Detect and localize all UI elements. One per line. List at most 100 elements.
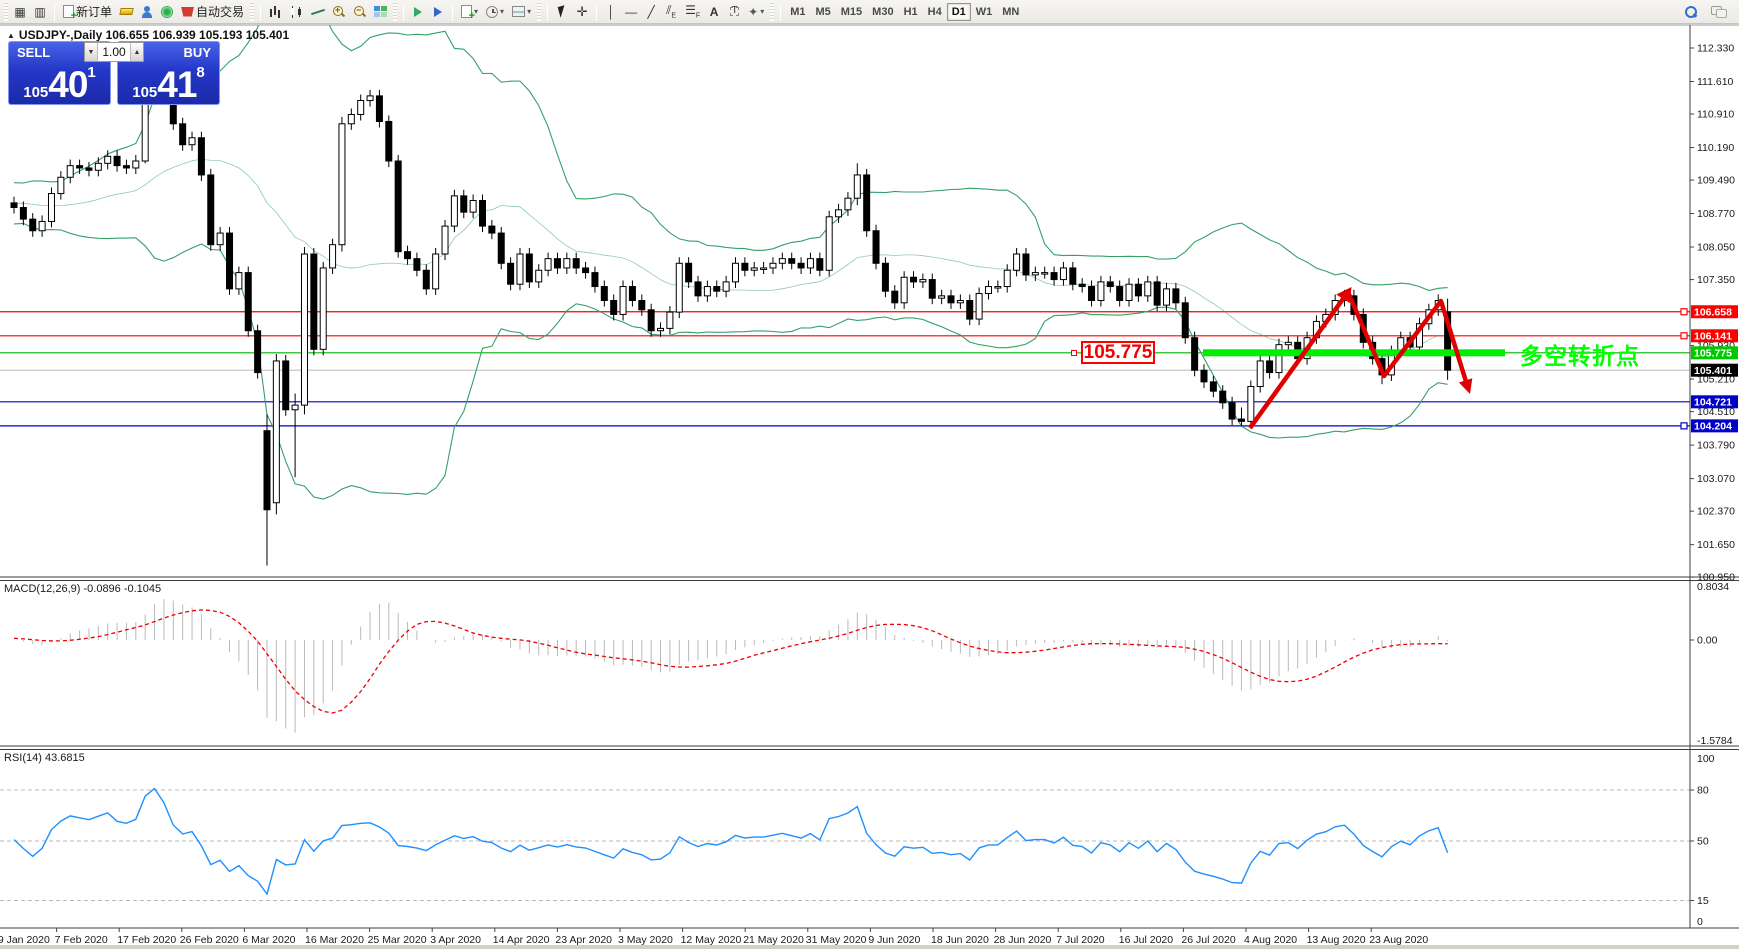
candle xyxy=(85,167,93,171)
support-line-handle[interactable] xyxy=(1071,350,1077,356)
new-chart-button[interactable]: ▾ xyxy=(457,2,482,22)
text-icon[interactable]: A xyxy=(704,2,724,22)
candle xyxy=(441,225,449,255)
candle xyxy=(1266,360,1274,374)
zoom-in-icon[interactable]: + xyxy=(328,2,349,22)
signals-icon[interactable] xyxy=(157,2,177,22)
tab-h4[interactable]: H4 xyxy=(923,3,947,21)
candle xyxy=(319,267,327,350)
candle xyxy=(282,360,290,411)
support-price-box[interactable]: 105.775 xyxy=(1081,341,1155,364)
horizontal-line-icon[interactable]: — xyxy=(621,2,641,22)
candle xyxy=(863,174,871,232)
candle xyxy=(525,253,533,283)
tile-windows-icon[interactable] xyxy=(370,2,391,22)
candles xyxy=(10,52,1452,566)
profiles-button[interactable]: ▾ xyxy=(482,2,508,22)
bar-chart-mode-icon[interactable] xyxy=(265,2,286,22)
vertical-line-icon[interactable]: │ xyxy=(601,2,621,22)
candle xyxy=(104,155,112,164)
candle xyxy=(1031,272,1039,276)
candle xyxy=(1059,267,1067,281)
tab-w1[interactable]: W1 xyxy=(971,3,998,21)
sell-price-prefix: 105 xyxy=(23,84,49,101)
data-window-icon[interactable]: ▥ xyxy=(30,2,50,22)
tab-m15[interactable]: M15 xyxy=(836,3,867,21)
new-order-button[interactable]: 新订单 xyxy=(59,2,116,22)
candle xyxy=(122,165,130,169)
candle xyxy=(507,262,515,285)
line-handle[interactable] xyxy=(1680,332,1688,340)
gold-icon[interactable] xyxy=(116,2,137,22)
candle xyxy=(216,232,224,246)
market-watch-icon[interactable]: ▦ xyxy=(10,2,30,22)
volume-input[interactable]: 1.00 xyxy=(98,43,130,61)
fibonacci-icon[interactable]: ☰F xyxy=(681,2,704,22)
candle xyxy=(1209,381,1217,392)
equidistant-channel-icon[interactable]: ⫽E xyxy=(661,2,681,22)
candle xyxy=(1163,288,1171,306)
chart-canvas[interactable]: 112.330111.610110.910110.190109.490108.7… xyxy=(0,24,1739,949)
collapse-panel-icon[interactable]: ▲ xyxy=(7,31,15,40)
new-order-icon xyxy=(63,5,77,22)
candle xyxy=(235,272,243,290)
tab-d1[interactable]: D1 xyxy=(946,2,971,21)
candle xyxy=(497,232,505,264)
candle xyxy=(113,155,121,167)
new-order-label: 新订单 xyxy=(76,5,113,19)
auto-trading-icon xyxy=(181,6,195,17)
candle xyxy=(535,269,543,283)
candle xyxy=(450,195,458,227)
candle xyxy=(179,123,187,146)
tab-m1[interactable]: M1 xyxy=(785,3,810,21)
line-handle[interactable] xyxy=(1680,422,1688,430)
zoom-out-icon[interactable]: − xyxy=(349,2,370,22)
candle xyxy=(675,262,683,313)
candle xyxy=(1116,286,1124,301)
candle xyxy=(141,97,149,162)
tab-m5[interactable]: M5 xyxy=(810,3,835,21)
mt4-terminal: ▦ ▥ 新订单 自动交易 + − ▾ ▾ ▾ ✛ │ — ╱ xyxy=(0,0,1739,949)
chart-shift-icon[interactable] xyxy=(428,2,448,22)
trendline-icon[interactable]: ╱ xyxy=(641,2,661,22)
crosshair-icon[interactable]: ✛ xyxy=(572,2,592,22)
tab-m30[interactable]: M30 xyxy=(867,3,898,21)
candle xyxy=(881,262,889,292)
accounts-icon[interactable] xyxy=(137,2,157,22)
pivot-annotation[interactable]: 多空转折点 xyxy=(1520,337,1640,371)
candle xyxy=(966,299,974,320)
auto-scroll-icon[interactable] xyxy=(408,2,428,22)
templates-button[interactable]: ▾ xyxy=(508,2,535,22)
candle xyxy=(760,267,768,270)
auto-trading-button[interactable]: 自动交易 xyxy=(177,2,248,22)
candle xyxy=(553,258,561,269)
tab-mn[interactable]: MN xyxy=(997,3,1024,21)
volume-up-button[interactable]: ▲ xyxy=(130,43,143,61)
community-chat-icon[interactable] xyxy=(1707,2,1729,22)
candle xyxy=(329,244,337,269)
toolbar-grip[interactable] xyxy=(4,2,8,21)
arrows-icon[interactable]: ✦ ▾ xyxy=(744,2,768,22)
candle xyxy=(872,230,880,264)
price-axis[interactable] xyxy=(1690,24,1739,929)
macd-panel xyxy=(13,599,1449,733)
tab-h1[interactable]: H1 xyxy=(899,3,923,21)
candle xyxy=(1069,267,1077,285)
candle xyxy=(94,162,102,171)
candle xyxy=(197,137,205,176)
candlestick-mode-icon[interactable] xyxy=(286,2,307,22)
candle xyxy=(422,269,430,290)
volume-down-button[interactable]: ▼ xyxy=(85,43,98,61)
text-label-icon[interactable]: T xyxy=(724,2,744,22)
candle xyxy=(628,286,636,301)
cursor-icon[interactable] xyxy=(552,2,572,22)
volume-stepper: ▼ 1.00 ▲ xyxy=(84,42,144,62)
time-axis[interactable] xyxy=(0,929,1690,949)
buy-price-big: 41 xyxy=(157,64,197,105)
line-handle[interactable] xyxy=(1680,308,1688,316)
candle xyxy=(563,258,571,269)
search-icon[interactable] xyxy=(1680,2,1701,22)
line-chart-mode-icon[interactable] xyxy=(307,2,328,22)
candle xyxy=(816,258,824,271)
candle xyxy=(1022,253,1030,276)
